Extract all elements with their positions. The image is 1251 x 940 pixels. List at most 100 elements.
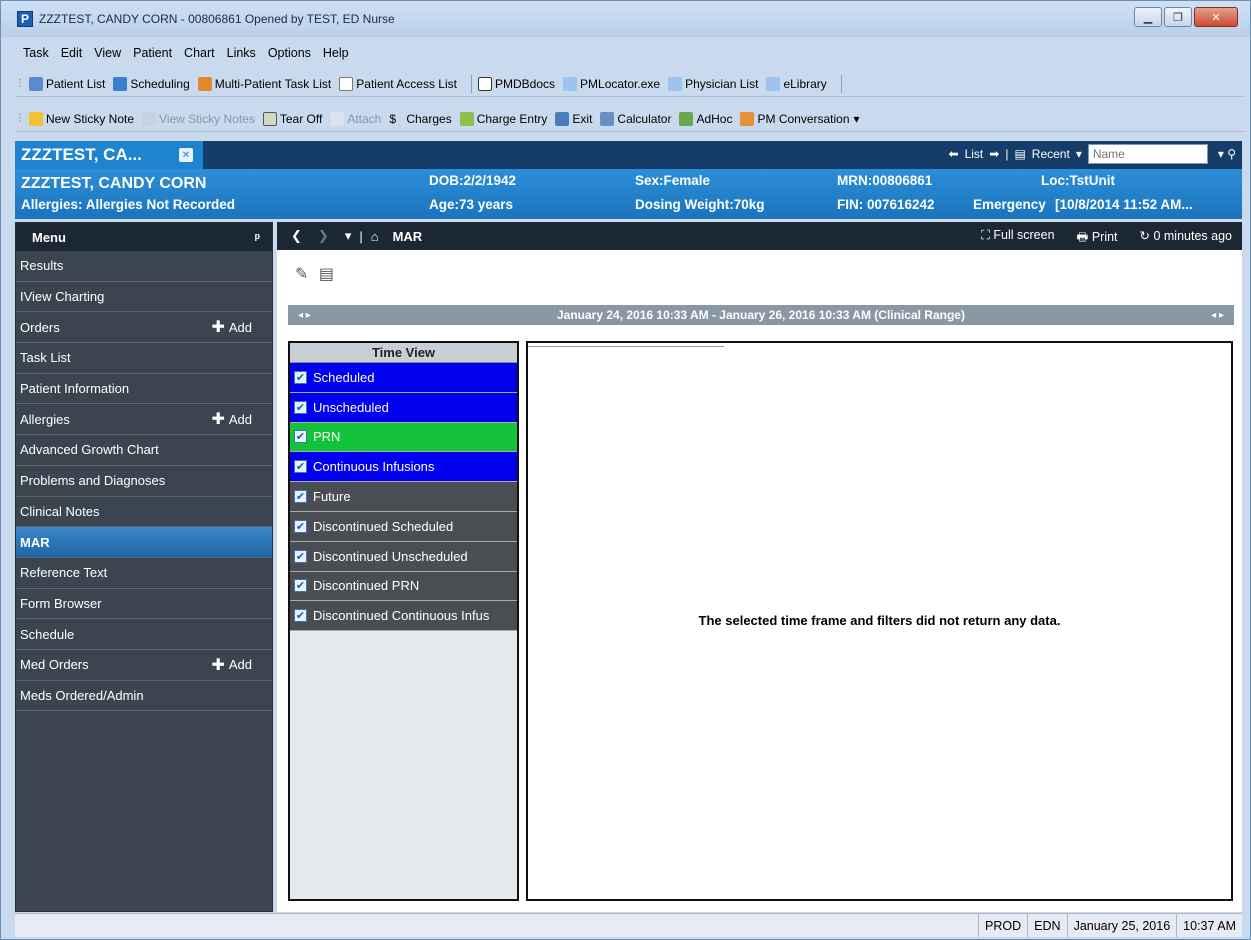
plus-icon: ✚ bbox=[211, 319, 225, 337]
dollar-icon: $ bbox=[389, 111, 397, 126]
mar-tool-icons: ✎ ▤ bbox=[295, 264, 334, 284]
elibrary-button[interactable]: eLibrary bbox=[766, 76, 827, 91]
filter-scheduled[interactable]: ✔ Scheduled bbox=[290, 363, 517, 393]
filter-discontinued-scheduled[interactable]: ✔ Discontinued Scheduled bbox=[290, 511, 517, 542]
maximize-button[interactable]: ❐ bbox=[1164, 7, 1192, 27]
checkbox-checked-icon[interactable]: ✔ bbox=[294, 549, 307, 563]
pmdbdocs-button[interactable]: PMDBdocs bbox=[477, 76, 555, 91]
tear-off-button[interactable]: Tear Off bbox=[262, 111, 322, 126]
minimize-button[interactable]: ▁ bbox=[1134, 7, 1162, 27]
menu-chart[interactable]: Chart bbox=[178, 46, 221, 68]
location-label: Loc:TstUnit bbox=[1041, 173, 1115, 188]
view-sticky-notes-button[interactable]: View Sticky Notes bbox=[142, 111, 255, 126]
nav-item-task-list[interactable]: Task List bbox=[16, 343, 272, 374]
checkbox-checked-icon[interactable]: ✔ bbox=[294, 400, 307, 414]
nav-item-meds-ordered-admin[interactable]: Meds Ordered/Admin bbox=[16, 681, 272, 712]
menu-options[interactable]: Options bbox=[262, 46, 317, 68]
exit-button[interactable]: Exit bbox=[555, 111, 592, 126]
filter-discontinued-unscheduled[interactable]: ✔ Discontinued Unscheduled bbox=[290, 541, 517, 572]
nav-item-orders[interactable]: Orders ✚ Add bbox=[16, 312, 272, 344]
scheduling-button[interactable]: Scheduling bbox=[113, 76, 190, 91]
nav-item-clinical-notes[interactable]: Clinical Notes bbox=[16, 497, 272, 528]
refresh-button[interactable]: ↻ 0 minutes ago bbox=[1140, 228, 1232, 249]
range-nav-right-icon[interactable]: ◂ ▸ bbox=[1211, 310, 1224, 321]
checkbox-checked-icon[interactable]: ✔ bbox=[294, 609, 307, 623]
nav-item-med-orders[interactable]: Med Orders ✚ Add bbox=[16, 650, 272, 681]
forward-icon[interactable]: ❯ bbox=[318, 228, 329, 244]
nav-item-mar[interactable]: MAR bbox=[16, 527, 272, 558]
checkbox-checked-icon[interactable]: ✔ bbox=[294, 430, 307, 444]
charge-entry-button[interactable]: Charge Entry bbox=[459, 111, 547, 126]
filter-discontinued-prn[interactable]: ✔ Discontinued PRN bbox=[290, 571, 517, 602]
nav-item-advanced-growth-chart[interactable]: Advanced Growth Chart bbox=[16, 435, 272, 466]
pmlocator-button[interactable]: PMLocator.exe bbox=[563, 76, 660, 91]
add-med-orders-button[interactable]: ✚ Add bbox=[211, 655, 252, 675]
chevron-down-icon[interactable]: ▾ bbox=[345, 228, 352, 244]
forward-arrow-icon[interactable]: ➡ bbox=[989, 147, 999, 161]
nav-item-problems-diagnoses[interactable]: Problems and Diagnoses bbox=[16, 466, 272, 497]
menu-task[interactable]: Task bbox=[17, 46, 55, 68]
recent-icon: ▤ bbox=[1014, 147, 1026, 161]
nav-item-iview-charting[interactable]: IView Charting bbox=[16, 282, 272, 313]
back-icon[interactable]: ❮ bbox=[291, 228, 302, 244]
checkbox-checked-icon[interactable]: ✔ bbox=[294, 370, 307, 384]
mar-data-pane: The selected time frame and filters did … bbox=[526, 341, 1233, 901]
full-screen-button[interactable]: ⛶ Full screen bbox=[981, 228, 1054, 249]
close-icon[interactable]: ✕ bbox=[179, 148, 193, 162]
charges-button[interactable]: $ Charges bbox=[389, 112, 451, 126]
attach-button[interactable]: Attach bbox=[330, 111, 381, 126]
menu-help[interactable]: Help bbox=[317, 46, 355, 68]
adhoc-button[interactable]: AdHoc bbox=[679, 111, 732, 126]
list-button[interactable]: List bbox=[965, 147, 984, 161]
back-arrow-icon[interactable]: ⬅ bbox=[949, 147, 959, 161]
allergies-label[interactable]: Allergies: Allergies Not Recorded bbox=[21, 197, 235, 212]
document-icon[interactable]: ▤ bbox=[319, 266, 334, 283]
people-icon bbox=[197, 76, 212, 91]
home-icon[interactable]: ⌂ bbox=[371, 229, 379, 244]
patient-tab-band: ZZZTEST, CA... ✕ ⬅ List ➡ | ▤ Recent ▾ ▾… bbox=[15, 141, 1242, 169]
nav-item-allergies[interactable]: Allergies ✚ Add bbox=[16, 404, 272, 436]
patient-list-button[interactable]: Patient List bbox=[29, 76, 105, 91]
nav-item-results[interactable]: Results bbox=[16, 251, 272, 282]
pm-conversation-button[interactable]: PM Conversation ▾ bbox=[740, 111, 860, 126]
physician-list-button[interactable]: Physician List bbox=[668, 76, 758, 91]
add-allergies-button[interactable]: ✚ Add bbox=[211, 409, 252, 429]
chevron-down-icon[interactable]: ▾ bbox=[1076, 147, 1082, 161]
multi-patient-task-list-button[interactable]: Multi-Patient Task List bbox=[197, 76, 331, 91]
new-sticky-note-button[interactable]: New Sticky Note bbox=[29, 111, 134, 126]
recent-button[interactable]: Recent bbox=[1032, 147, 1070, 161]
filter-future[interactable]: ✔ Future bbox=[290, 482, 517, 512]
filter-unscheduled[interactable]: ✔ Unscheduled bbox=[290, 392, 517, 423]
patient-tab[interactable]: ZZZTEST, CA... ✕ bbox=[15, 141, 203, 169]
toolbar-grip-icon[interactable]: ⋮ bbox=[15, 113, 25, 124]
add-orders-button[interactable]: ✚ Add bbox=[211, 317, 252, 337]
pin-icon[interactable]: ᵖ bbox=[255, 230, 260, 245]
menu-links[interactable]: Links bbox=[221, 46, 262, 68]
print-button[interactable]: 🖶 Print bbox=[1077, 228, 1118, 249]
close-button[interactable]: ✕ bbox=[1194, 7, 1238, 27]
nav-item-form-browser[interactable]: Form Browser bbox=[16, 589, 272, 620]
patient-access-list-button[interactable]: Patient Access List bbox=[339, 76, 457, 91]
menu-edit[interactable]: Edit bbox=[55, 46, 89, 68]
checkbox-checked-icon[interactable]: ✔ bbox=[294, 579, 307, 593]
patient-search-input[interactable] bbox=[1087, 144, 1208, 164]
nav-item-reference-text[interactable]: Reference Text bbox=[16, 558, 272, 589]
range-nav-left-icon[interactable]: ◂ ▸ bbox=[298, 310, 311, 321]
toolbar-grip-icon[interactable]: ⋮ bbox=[15, 78, 25, 89]
mar-summary-icon[interactable]: ✎ bbox=[295, 266, 308, 283]
filter-prn[interactable]: ✔ PRN bbox=[290, 422, 517, 453]
calculator-button[interactable]: Calculator bbox=[600, 111, 671, 126]
status-environment: PROD bbox=[978, 914, 1027, 937]
filter-discontinued-continuous-infusions[interactable]: ✔ Discontinued Continuous Infus bbox=[290, 601, 517, 632]
nav-item-patient-information[interactable]: Patient Information bbox=[16, 374, 272, 405]
checkbox-checked-icon[interactable]: ✔ bbox=[294, 460, 307, 474]
menu-view[interactable]: View bbox=[88, 46, 127, 68]
nav-item-schedule[interactable]: Schedule bbox=[16, 619, 272, 650]
plus-icon: ✚ bbox=[211, 656, 225, 674]
title-bar[interactable]: P ZZZTEST, CANDY CORN - 00806861 Opened … bbox=[1, 1, 1250, 37]
checkbox-checked-icon[interactable]: ✔ bbox=[294, 490, 307, 504]
search-icon[interactable]: ▾ ⚲ bbox=[1218, 147, 1236, 161]
filter-continuous-infusions[interactable]: ✔ Continuous Infusions bbox=[290, 452, 517, 483]
menu-patient[interactable]: Patient bbox=[127, 46, 178, 68]
checkbox-checked-icon[interactable]: ✔ bbox=[294, 519, 307, 533]
